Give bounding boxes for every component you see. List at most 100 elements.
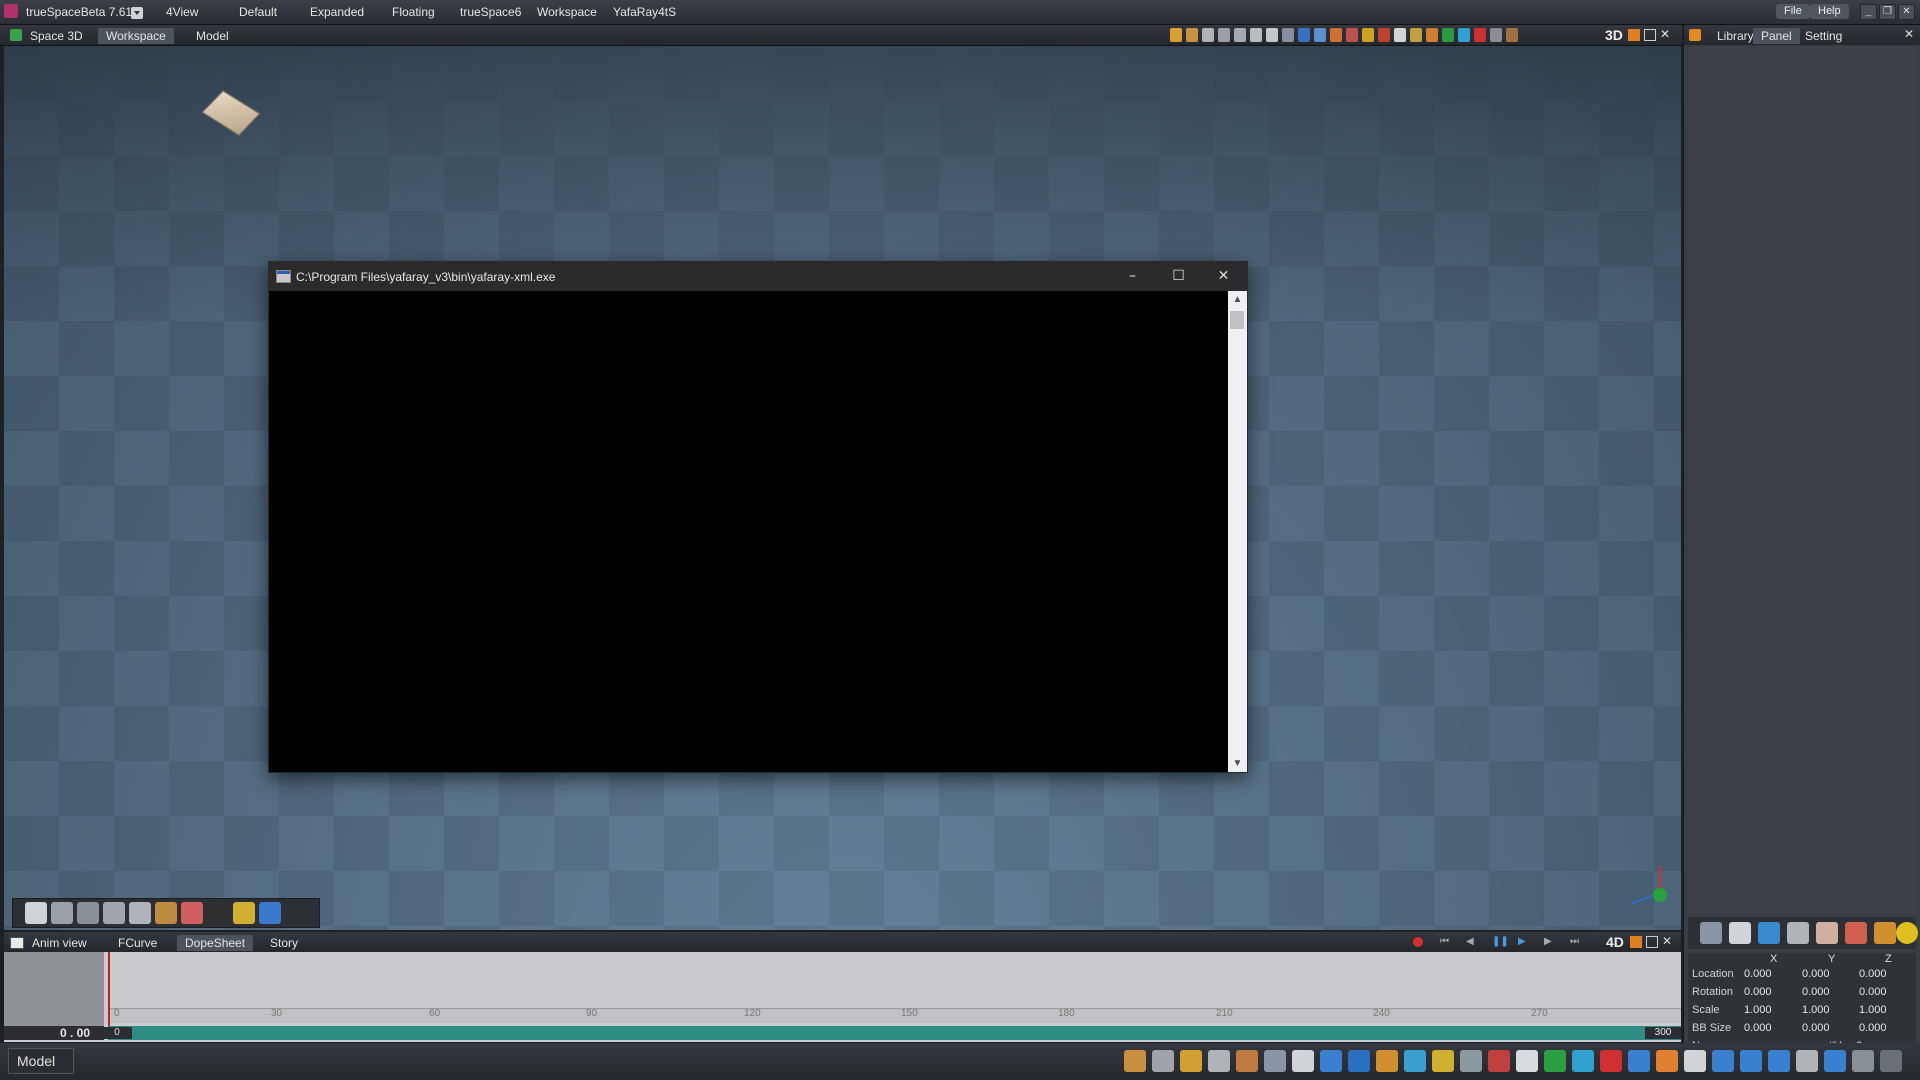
tool-icon-22[interactable] bbox=[1712, 1050, 1734, 1072]
console-titlebar[interactable]: C:\Program Files\yafaray_v3\bin\yafaray-… bbox=[269, 262, 1247, 291]
tab-setting[interactable]: Setting bbox=[1797, 28, 1850, 44]
light-tool-icon[interactable] bbox=[233, 902, 255, 924]
scroll-down-icon[interactable]: ▼ bbox=[1228, 755, 1247, 772]
prop-x-value[interactable]: 1.000 bbox=[1744, 1004, 1772, 1016]
texture-icon[interactable] bbox=[1816, 922, 1838, 944]
restore-app-button[interactable]: ❐ bbox=[1879, 4, 1896, 20]
menu-workspace[interactable]: Workspace bbox=[537, 5, 597, 19]
step-back-icon[interactable]: ◀ bbox=[1466, 936, 1474, 947]
console-output[interactable] bbox=[269, 291, 1228, 772]
prop-y-value[interactable]: 0.000 bbox=[1802, 1022, 1830, 1034]
primitive-sphere-icon[interactable] bbox=[51, 902, 73, 924]
paint-icon[interactable] bbox=[1845, 922, 1867, 944]
tool-icon-8[interactable] bbox=[1320, 1050, 1342, 1072]
prop-x-value[interactable]: 0.000 bbox=[1744, 968, 1772, 980]
tool-icon-13[interactable] bbox=[1460, 1050, 1482, 1072]
render-tool-icon[interactable] bbox=[259, 902, 281, 924]
tab-fcurve[interactable]: FCurve bbox=[110, 935, 165, 951]
tool-icon-3[interactable] bbox=[1180, 1050, 1202, 1072]
go-end-icon[interactable]: ⏭ bbox=[1570, 936, 1579, 947]
prop-z-value[interactable]: 0.000 bbox=[1859, 968, 1887, 980]
menu-expanded[interactable]: Expanded bbox=[310, 5, 364, 19]
paint-tool-icon[interactable] bbox=[1346, 28, 1358, 42]
file-menu-button[interactable]: File bbox=[1776, 4, 1810, 19]
sphere-light-icon[interactable] bbox=[207, 902, 229, 924]
axis-tool-icon[interactable] bbox=[1266, 28, 1278, 42]
grid-tool-icon[interactable] bbox=[1282, 28, 1294, 42]
range-end[interactable]: 300 bbox=[1645, 1027, 1681, 1039]
deform-tool-icon[interactable] bbox=[1426, 28, 1438, 42]
axis-x-icon[interactable] bbox=[1544, 1050, 1566, 1072]
unlink-tool-icon[interactable] bbox=[1250, 28, 1262, 42]
close-view-icon[interactable]: ✕ bbox=[1660, 27, 1670, 41]
material-icon[interactable] bbox=[1758, 922, 1780, 944]
anim-maximize-icon[interactable] bbox=[1646, 936, 1658, 948]
console-window[interactable]: C:\Program Files\yafaray_v3\bin\yafaray-… bbox=[268, 261, 1248, 773]
align-tool-icon[interactable] bbox=[1410, 28, 1422, 42]
tool-icon-25[interactable] bbox=[1796, 1050, 1818, 1072]
render-tool-icon[interactable] bbox=[1362, 28, 1374, 42]
extra-tool-icon[interactable] bbox=[1506, 28, 1518, 42]
console-scrollbar[interactable]: ▲ ▼ bbox=[1228, 291, 1247, 772]
pause-icon[interactable]: ❚❚ bbox=[1492, 936, 1509, 947]
boolean-tool-icon[interactable] bbox=[129, 902, 151, 924]
console-maximize-button[interactable]: ☐ bbox=[1156, 262, 1201, 291]
menu-default[interactable]: Default bbox=[239, 5, 277, 19]
monitor-icon[interactable] bbox=[1729, 922, 1751, 944]
anim-pin-icon[interactable] bbox=[1630, 936, 1642, 948]
timeline-range-bar[interactable]: 0 300 bbox=[102, 1026, 1681, 1040]
range-start[interactable]: 0 bbox=[102, 1027, 132, 1039]
tool-icon-9[interactable] bbox=[1348, 1050, 1370, 1072]
grid-view-icon[interactable] bbox=[1700, 922, 1722, 944]
light-bulb-icon[interactable] bbox=[1896, 922, 1918, 944]
console-minimize-button[interactable]: – bbox=[1110, 262, 1155, 291]
axis-z-icon[interactable] bbox=[1600, 1050, 1622, 1072]
minimize-app-button[interactable]: _ bbox=[1860, 4, 1877, 20]
tool-icon-15[interactable] bbox=[1516, 1050, 1538, 1072]
tool-icon-7[interactable] bbox=[1292, 1050, 1314, 1072]
tool-icon-2[interactable] bbox=[1152, 1050, 1174, 1072]
tool-icon-26[interactable] bbox=[1824, 1050, 1846, 1072]
help-menu-button[interactable]: Help bbox=[1810, 4, 1849, 19]
prop-y-value[interactable]: 0.000 bbox=[1802, 968, 1830, 980]
tool-icon-6[interactable] bbox=[1264, 1050, 1286, 1072]
tool-icon-12[interactable] bbox=[1432, 1050, 1454, 1072]
pin-panel-icon[interactable] bbox=[1628, 29, 1640, 41]
rotate-tool-icon[interactable] bbox=[1186, 28, 1198, 42]
material-tool-icon[interactable] bbox=[1314, 28, 1326, 42]
document-icon[interactable] bbox=[1787, 922, 1809, 944]
scale-tool-icon[interactable] bbox=[1202, 28, 1214, 42]
link-tool-icon[interactable] bbox=[1234, 28, 1246, 42]
console-close-button[interactable]: ✕ bbox=[1201, 262, 1246, 291]
tool-icon-4[interactable] bbox=[1208, 1050, 1230, 1072]
tool-icon-5[interactable] bbox=[1236, 1050, 1258, 1072]
library-pin-icon[interactable] bbox=[1689, 29, 1701, 41]
deform-tool-icon[interactable] bbox=[155, 902, 177, 924]
scroll-thumb[interactable] bbox=[1230, 311, 1244, 329]
tool-icon-11[interactable] bbox=[1404, 1050, 1426, 1072]
tool-icon-24[interactable] bbox=[1768, 1050, 1790, 1072]
close-app-button[interactable]: ✕ bbox=[1898, 4, 1915, 20]
tool-icon-27[interactable] bbox=[1852, 1050, 1874, 1072]
frame-tool-icon[interactable] bbox=[1490, 28, 1502, 42]
select-arrow-icon[interactable] bbox=[25, 902, 47, 924]
tool-icon-28[interactable] bbox=[1880, 1050, 1902, 1072]
menu-truespace6[interactable]: trueSpace6 bbox=[460, 5, 521, 19]
timeline-cursor[interactable] bbox=[108, 952, 110, 1026]
snap-tool-icon[interactable] bbox=[1218, 28, 1230, 42]
tab-story[interactable]: Story bbox=[262, 935, 306, 951]
prop-z-value[interactable]: 0.000 bbox=[1859, 986, 1887, 998]
menu-yafaray4ts[interactable]: YafaRay4tS bbox=[613, 5, 676, 19]
primitive-plane-icon[interactable] bbox=[103, 902, 125, 924]
timeline-ruler[interactable] bbox=[108, 1008, 1681, 1023]
close-panel-icon[interactable]: ✕ bbox=[1904, 27, 1914, 41]
menu-4view[interactable]: 4View bbox=[166, 5, 198, 19]
tool-icon-23[interactable] bbox=[1740, 1050, 1762, 1072]
tab-dopesheet[interactable]: DopeSheet bbox=[177, 935, 254, 951]
prop-y-value[interactable]: 1.000 bbox=[1802, 1004, 1830, 1016]
timeline-panel[interactable]: 0 30 60 90 120 150 180 210 240 270 0 . 0… bbox=[4, 952, 1681, 1042]
go-start-icon[interactable]: ⏮ bbox=[1440, 936, 1449, 947]
tab-model[interactable]: Model bbox=[188, 28, 237, 44]
prop-y-value[interactable]: 0.000 bbox=[1802, 986, 1830, 998]
axis-y-icon[interactable] bbox=[1458, 28, 1470, 42]
